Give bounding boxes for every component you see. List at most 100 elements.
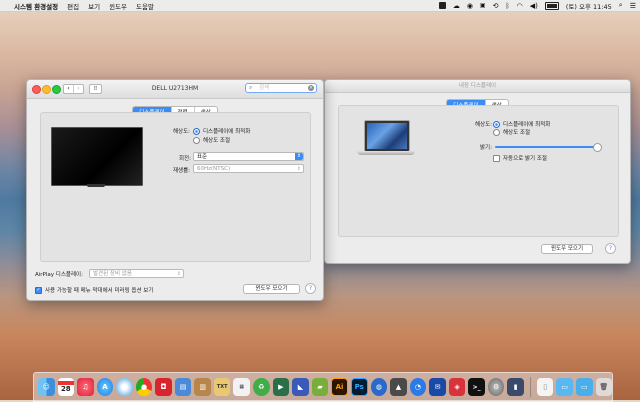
menu-help[interactable]: 도움말 (136, 1, 154, 11)
finder-icon[interactable]: ☺ (38, 378, 55, 396)
mirror-option-text: 사용 가능할 때 메뉴 막대에서 미러링 옵션 보기 (45, 288, 154, 294)
builtin-display-window: 내장 디스플레이 디스플레이 색상 해상도: 디스플레이에 최적화 해상도 조절… (324, 79, 631, 264)
menu-view[interactable]: 보기 (88, 1, 100, 11)
menu-window[interactable]: 윈도우 (109, 1, 127, 11)
red-app-icon[interactable]: ◈ (448, 378, 466, 396)
dell-display-window: ‹ › ⠿ DELL U2713HM ⌕ 검색 × 디스플레이 정렬 색상 해상… (26, 79, 324, 301)
airplay-select: 발견된 장비 없음 ⇕ (89, 269, 184, 278)
globe-app-icon[interactable]: ◍ (370, 378, 388, 396)
dell-resolution-scaled[interactable]: 해상도 조절 (193, 136, 230, 144)
dell-monitor-image (51, 127, 143, 189)
media-app-icon[interactable]: ◣ (292, 378, 309, 396)
browser-app-icon[interactable]: ◔ (409, 378, 427, 396)
dock-separator (529, 377, 531, 397)
builtin-resolution-scaled[interactable]: 해상도 조절 (493, 128, 530, 136)
adobe-app-icon[interactable]: ▲ (390, 378, 407, 396)
refresh-rate-value: 60Hz(NTSC) (197, 166, 231, 172)
contacts-icon[interactable]: ▥ (194, 378, 211, 396)
search-input[interactable]: 검색 (259, 84, 269, 92)
notification-center-icon[interactable]: ☰ (630, 2, 636, 10)
rotation-dropdown-arrow-icon[interactable]: ⇕ (295, 153, 303, 160)
dell-resolution-optimized[interactable]: 디스플레이에 최적화 (193, 127, 250, 135)
calendar-icon[interactable]: 28 (57, 378, 75, 396)
document-app-icon[interactable]: ▦ (233, 378, 251, 396)
spotlight-icon[interactable]: ⌕ (619, 1, 623, 10)
builtin-radio-optimized[interactable] (493, 121, 500, 128)
photo-booth-icon[interactable]: ◘ (155, 378, 172, 396)
builtin-resolution-label: 해상도: (475, 122, 493, 128)
battery-fill (546, 3, 557, 8)
status-eye-icon[interactable]: ◉ (467, 2, 473, 10)
system-preferences-icon[interactable]: ⚙ (487, 378, 505, 396)
chrome-icon[interactable]: ● (135, 378, 153, 396)
search-icon: ⌕ (249, 84, 253, 91)
text-app-icon[interactable]: TXT (213, 378, 231, 396)
mail-app-icon[interactable]: ✉ (429, 378, 446, 396)
search-clear-icon[interactable]: × (308, 85, 314, 91)
builtin-scaled-text: 해상도 조절 (503, 130, 531, 136)
bluetooth-icon[interactable]: ᛒ (505, 2, 509, 10)
macbook-image (357, 120, 415, 170)
mirror-option-row[interactable]: ✓ 사용 가능할 때 메뉴 막대에서 미러링 옵션 보기 (35, 286, 153, 294)
mirror-option-checkbox[interactable]: ✓ (35, 287, 42, 294)
refresh-dropdown-arrow-icon: ⇕ (296, 166, 301, 172)
airplay-label: AirPlay 디스플레이: (35, 272, 83, 278)
clock[interactable]: (토) 오후 11:45 (566, 1, 612, 11)
dell-radio-scaled[interactable] (193, 137, 200, 144)
app-store-icon[interactable]: A (96, 378, 114, 396)
battery-icon[interactable] (544, 1, 559, 10)
status-app-icon[interactable] (438, 2, 446, 9)
time-machine-icon[interactable]: ⟲ (493, 2, 499, 10)
photoshop-label: Ps (354, 383, 364, 391)
app-menu[interactable]: 시스템 환경설정 (14, 1, 58, 11)
builtin-radio-scaled[interactable] (493, 129, 500, 136)
status-cloud-icon[interactable]: ☁ (453, 2, 460, 10)
auto-brightness-text: 자동으로 밝기 조절 (503, 156, 547, 162)
trash-icon[interactable]: 🗑 (595, 378, 613, 396)
auto-brightness-row[interactable]: 자동으로 밝기 조절 (493, 154, 547, 162)
volume-icon[interactable]: ◀) (530, 2, 538, 10)
brightness-label: 밝기: (480, 145, 492, 151)
dell-scaled-text: 해상도 조절 (203, 138, 231, 144)
wifi-icon[interactable]: ◠ (517, 2, 523, 10)
refresh-rate-label: 재생률: (173, 168, 191, 174)
applications-folder-icon[interactable]: ▭ (576, 378, 593, 396)
airplay-value: 발견된 장비 없음 (93, 271, 132, 277)
downloads-folder-icon[interactable]: ▭ (556, 378, 573, 396)
menu-edit[interactable]: 편집 (67, 1, 79, 11)
builtin-titlebar[interactable]: 내장 디스플레이 (325, 80, 630, 93)
auto-brightness-checkbox[interactable] (493, 155, 500, 162)
search-field[interactable]: ⌕ 검색 × (245, 83, 317, 93)
preview-icon[interactable]: ▤ (174, 378, 192, 396)
brightness-slider[interactable] (495, 143, 602, 152)
builtin-help-button[interactable]: ? (605, 243, 616, 254)
builtin-window-title: 내장 디스플레이 (458, 83, 497, 89)
illustrator-label: Ai (335, 383, 344, 391)
calendar-day: 28 (60, 385, 71, 393)
archive-app-icon[interactable]: ▰ (311, 378, 329, 396)
dell-gather-windows-button[interactable]: 윈도우 모으기 (243, 284, 300, 294)
safari-icon[interactable]: ✦ (116, 378, 133, 396)
recycle-app-icon[interactable]: ♻ (253, 378, 270, 396)
terminal-icon[interactable]: >_ (468, 378, 485, 396)
rotation-label: 회전: (179, 156, 191, 162)
dell-help-button[interactable]: ? (305, 283, 316, 294)
rotation-select[interactable]: 표준 ⇕ (193, 152, 304, 161)
rotation-value: 표준 (197, 154, 208, 160)
illustrator-icon[interactable]: Ai (331, 378, 348, 396)
document-stack-icon[interactable]: ▯ (536, 378, 554, 396)
dell-titlebar[interactable]: ‹ › ⠿ DELL U2713HM ⌕ 검색 × (27, 80, 323, 99)
airplay-dropdown-arrow-icon: ⇕ (176, 271, 181, 277)
dell-resolution-label: 해상도: (173, 129, 191, 135)
dock: ☺ 28 ♫ A ✦ ● ◘ ▤ ▥ TXT ▦ ♻ ▶ ◣ ▰ Ai Ps ◍… (33, 372, 613, 402)
dell-optimized-text: 디스플레이에 최적화 (203, 129, 251, 135)
builtin-gather-windows-button[interactable]: 윈도우 모으기 (541, 244, 593, 254)
activity-monitor-icon[interactable]: ▮ (507, 378, 524, 396)
status-lock-icon[interactable]: ▣ (480, 2, 486, 9)
photoshop-icon[interactable]: Ps (350, 378, 368, 396)
music-icon[interactable]: ♫ (77, 378, 94, 396)
video-app-icon[interactable]: ▶ (272, 378, 290, 396)
builtin-resolution-optimized[interactable]: 디스플레이에 최적화 (493, 120, 550, 128)
dell-radio-optimized[interactable] (193, 128, 200, 135)
brightness-knob[interactable] (592, 143, 602, 152)
